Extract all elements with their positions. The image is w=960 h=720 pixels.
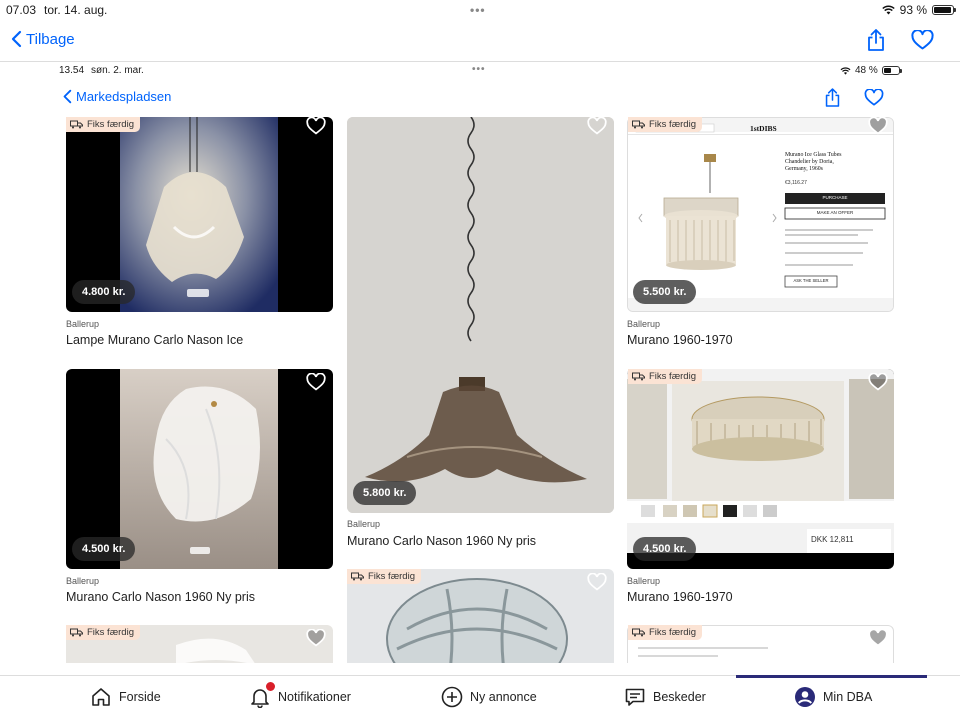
- status-bar: 07.03 tor. 14. aug. ••• 93 %: [0, 0, 960, 20]
- tab-beskeder[interactable]: Beskeder: [624, 686, 706, 708]
- price-tag: 5.800 kr.: [353, 481, 417, 505]
- inner-status-time: 13.54: [59, 65, 85, 76]
- tab-forside[interactable]: Forside: [90, 686, 161, 708]
- favorite-heart-icon[interactable]: [864, 89, 884, 106]
- listing-title[interactable]: Murano Carlo Nason 1960 Ny pris: [347, 534, 536, 548]
- chat-icon: [625, 688, 645, 706]
- listing-location: Ballerup: [347, 519, 381, 529]
- listing-image[interactable]: [347, 117, 614, 513]
- plus-circle-icon: [441, 686, 463, 708]
- wifi-icon: [881, 5, 895, 15]
- heart-icon[interactable]: [868, 373, 888, 391]
- fiks-faerdig-badge: Fiks færdig: [66, 625, 140, 640]
- share-icon[interactable]: [824, 87, 841, 108]
- purchase-button: PURCHASE: [822, 195, 848, 200]
- notification-dot: [265, 681, 276, 692]
- inner-status-date: søn. 2. mar.: [91, 65, 144, 76]
- battery-percent: 93 %: [899, 3, 927, 17]
- dkk-price-label: DKK 12,811: [811, 535, 854, 544]
- truck-icon: [632, 628, 645, 637]
- truck-icon: [351, 572, 364, 581]
- listing-title[interactable]: Murano 1960-1970: [627, 333, 733, 347]
- bell-icon-wrapper: [249, 681, 276, 708]
- listing-title[interactable]: Murano 1960-1970: [627, 590, 733, 604]
- fiks-faerdig-badge: Fiks færdig: [628, 117, 702, 132]
- site-logo: 1stDIBS: [750, 124, 777, 133]
- inner-status-right: 48 %: [840, 65, 902, 76]
- badge-label: Fiks færdig: [649, 371, 696, 382]
- outer-nav-bar: Tilbage: [0, 22, 960, 62]
- user-icon: [795, 687, 815, 707]
- offer-button: MAKE AN OFFER: [816, 210, 854, 215]
- share-icon[interactable]: [866, 28, 886, 52]
- badge-label: Fiks færdig: [87, 119, 134, 130]
- price-tag: 4.500 kr.: [72, 537, 136, 561]
- product-price: €3,116.27: [785, 180, 807, 186]
- badge-label: Fiks færdig: [649, 627, 696, 638]
- ask-seller-button: ASK THE SELLER: [793, 278, 829, 283]
- chevron-left-icon: [11, 30, 22, 48]
- listing-location: Ballerup: [66, 319, 100, 329]
- fiks-faerdig-badge: Fiks færdig: [347, 569, 421, 584]
- tab-ny-annonce[interactable]: Ny annonce: [441, 686, 537, 708]
- price-tag: 4.500 kr.: [633, 537, 697, 561]
- listing-location: Ballerup: [627, 319, 661, 329]
- badge-label: Fiks færdig: [368, 571, 415, 582]
- dba-marketplace-screen: 07.03 tor. 14. aug. ••• 93 % Tilbage 13.…: [0, 0, 960, 720]
- heart-icon[interactable]: [868, 117, 888, 135]
- heart-icon[interactable]: [306, 629, 326, 647]
- truck-icon: [70, 628, 83, 637]
- price-tag: 4.800 kr.: [72, 280, 136, 304]
- badge-label: Fiks færdig: [649, 119, 696, 130]
- inner-nav-bar: Markedspladsen: [0, 82, 960, 116]
- status-time: 07.03: [6, 3, 37, 17]
- status-right: 93 %: [881, 3, 956, 17]
- back-button[interactable]: Tilbage: [10, 30, 75, 48]
- listing-location: Ballerup: [66, 576, 100, 586]
- status-date: tor. 14. aug.: [44, 3, 108, 17]
- favorite-heart-icon[interactable]: [911, 30, 934, 50]
- tab-label: Min DBA: [823, 690, 873, 704]
- inner-status-bar: 13.54 søn. 2. mar. ••• 48 %: [0, 63, 960, 81]
- back-label: Tilbage: [26, 30, 75, 48]
- marketplace-back-label: Markedspladsen: [76, 89, 172, 104]
- heart-icon[interactable]: [306, 117, 326, 135]
- fiks-faerdig-badge: Fiks færdig: [628, 625, 702, 640]
- multitask-dots[interactable]: •••: [470, 3, 486, 17]
- listing-title[interactable]: Murano Carlo Nason 1960 Ny pris: [66, 590, 255, 604]
- marketplace-back-button[interactable]: Markedspladsen: [62, 89, 171, 104]
- home-icon: [92, 688, 110, 706]
- badge-label: Fiks færdig: [87, 627, 134, 638]
- murano-pendant-photo: [347, 117, 614, 513]
- listing-location: Ballerup: [627, 576, 661, 586]
- battery-icon: [932, 5, 956, 15]
- tab-notifikationer[interactable]: Notifikationer: [249, 681, 351, 708]
- heart-icon[interactable]: [587, 117, 607, 135]
- inner-multitask-dots: •••: [472, 64, 486, 75]
- truck-icon: [70, 120, 83, 129]
- chevron-left-icon: [63, 89, 72, 104]
- listing-title[interactable]: Lampe Murano Carlo Nason Ice: [66, 333, 243, 347]
- fiks-faerdig-badge: Fiks færdig: [628, 369, 702, 384]
- heart-icon[interactable]: [306, 373, 326, 391]
- tab-min-dba[interactable]: Min DBA: [794, 686, 872, 708]
- battery-icon: [881, 66, 902, 75]
- bottom-tab-bar: Forside Notifikationer Ny annonce Besked…: [0, 675, 960, 720]
- price-tag: 5.500 kr.: [633, 280, 697, 304]
- tab-label: Forside: [119, 690, 161, 704]
- listing-grid: Fiks færdig 4.800 kr. Ballerup Lampe Mur…: [0, 117, 960, 663]
- truck-icon: [632, 120, 645, 129]
- heart-icon[interactable]: [868, 629, 888, 647]
- truck-icon: [632, 372, 645, 381]
- fiks-faerdig-badge: Fiks færdig: [66, 117, 140, 132]
- heart-icon[interactable]: [587, 573, 607, 591]
- wifi-icon: [840, 66, 851, 75]
- tab-label: Beskeder: [653, 690, 706, 704]
- tab-label: Notifikationer: [278, 690, 351, 704]
- product-title: Murano Ice Glass Tubes Chandelier by Dor…: [785, 152, 842, 172]
- tab-label: Ny annonce: [470, 690, 537, 704]
- active-tab-indicator: [736, 675, 927, 678]
- inner-battery-percent: 48 %: [855, 65, 878, 76]
